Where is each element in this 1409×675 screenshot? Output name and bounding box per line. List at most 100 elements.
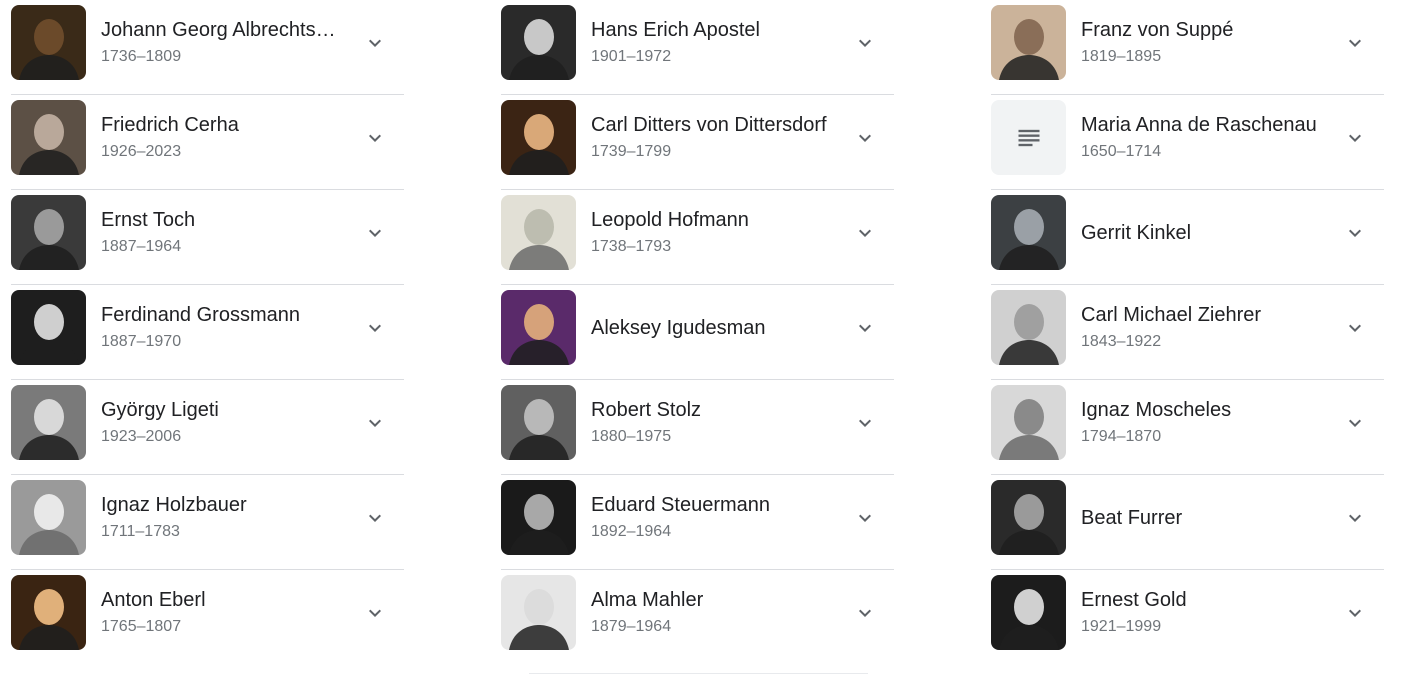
composer-list-item[interactable]: Robert Stolz 1880–1975 [501, 380, 894, 475]
chevron-down-icon[interactable] [363, 31, 387, 55]
composer-name[interactable]: Eduard Steuermann [591, 492, 831, 518]
composer-list-item[interactable]: Ignaz Moscheles 1794–1870 [991, 380, 1384, 475]
composer-thumbnail[interactable] [991, 5, 1066, 80]
composer-name[interactable]: Alma Mahler [591, 587, 831, 613]
chevron-down-icon[interactable] [853, 31, 877, 55]
chevron-down-icon[interactable] [363, 316, 387, 340]
composer-thumbnail[interactable] [501, 385, 576, 460]
composer-list-item[interactable]: Gerrit Kinkel [991, 190, 1384, 285]
composer-dates: 1843–1922 [1081, 333, 1162, 350]
results-column: Hans Erich Apostel 1901–1972 Carl Ditters … [501, 0, 894, 665]
composer-name[interactable]: Friedrich Cerha [101, 112, 341, 138]
composer-name[interactable]: Ignaz Holzbauer [101, 492, 341, 518]
composer-list-item[interactable]: Eduard Steuermann 1892–1964 [501, 475, 894, 570]
chevron-down-icon[interactable] [363, 411, 387, 435]
document-placeholder-icon[interactable] [991, 100, 1066, 175]
composer-name[interactable]: Ferdinand Grossmann [101, 302, 341, 328]
composer-list-item[interactable]: Maria Anna de Raschenau 1650–1714 [991, 95, 1384, 190]
composer-list-item[interactable]: Leopold Hofmann 1738–1793 [501, 190, 894, 285]
chevron-down-icon[interactable] [853, 126, 877, 150]
composer-name[interactable]: Carl Michael Ziehrer [1081, 302, 1321, 328]
composer-list-item[interactable]: Carl Ditters von Dittersdorf 1739–1799 [501, 95, 894, 190]
composer-list-item[interactable]: Beat Furrer [991, 475, 1384, 570]
composer-thumbnail[interactable] [501, 100, 576, 175]
chevron-down-icon[interactable] [1343, 316, 1367, 340]
composer-name[interactable]: Aleksey Igudesman [591, 315, 831, 341]
chevron-down-icon[interactable] [1343, 506, 1367, 530]
composer-dates: 1738–1793 [591, 238, 672, 255]
composer-text: Maria Anna de Raschenau 1650–1714 [1081, 95, 1321, 180]
composer-thumbnail[interactable] [11, 480, 86, 555]
composer-name[interactable]: György Ligeti [101, 397, 341, 423]
composer-text: Eduard Steuermann 1892–1964 [591, 475, 831, 560]
composer-list-item[interactable]: Carl Michael Ziehrer 1843–1922 [991, 285, 1384, 380]
composer-list-item[interactable]: Ferdinand Grossmann 1887–1970 [11, 285, 404, 380]
chevron-down-icon[interactable] [1343, 601, 1367, 625]
composer-thumbnail[interactable] [991, 575, 1066, 650]
composer-list-item[interactable]: Franz von Suppé 1819–1895 [991, 0, 1384, 95]
composer-thumbnail[interactable] [991, 290, 1066, 365]
composer-thumbnail[interactable] [501, 480, 576, 555]
composer-list-item[interactable]: Hans Erich Apostel 1901–1972 [501, 0, 894, 95]
composer-list-item[interactable]: Anton Eberl 1765–1807 [11, 570, 404, 665]
chevron-down-icon[interactable] [853, 601, 877, 625]
chevron-down-icon[interactable] [1343, 411, 1367, 435]
composer-list-item[interactable]: Ignaz Holzbauer 1711–1783 [11, 475, 404, 570]
chevron-down-icon[interactable] [363, 506, 387, 530]
chevron-down-icon[interactable] [363, 601, 387, 625]
composer-name[interactable]: Ignaz Moscheles [1081, 397, 1321, 423]
composer-dates: 1887–1970 [101, 333, 182, 350]
composer-name[interactable]: Franz von Suppé [1081, 17, 1321, 43]
composer-name[interactable]: Hans Erich Apostel [591, 17, 831, 43]
chevron-down-icon[interactable] [1343, 126, 1367, 150]
composer-thumbnail[interactable] [501, 5, 576, 80]
composer-thumbnail[interactable] [11, 575, 86, 650]
composer-name[interactable]: Ernest Gold [1081, 587, 1321, 613]
composer-thumbnail[interactable] [991, 480, 1066, 555]
composer-text: Beat Furrer [1081, 475, 1321, 560]
composer-dates: 1880–1975 [591, 428, 672, 445]
composer-list-item[interactable]: Friedrich Cerha 1926–2023 [11, 95, 404, 190]
composer-dates: 1819–1895 [1081, 48, 1162, 65]
composer-name[interactable]: Beat Furrer [1081, 505, 1321, 531]
composer-thumbnail[interactable] [11, 290, 86, 365]
composer-dates: 1794–1870 [1081, 428, 1162, 445]
composer-thumbnail[interactable] [501, 195, 576, 270]
composer-name[interactable]: Anton Eberl [101, 587, 341, 613]
chevron-down-icon[interactable] [853, 506, 877, 530]
composer-thumbnail[interactable] [501, 575, 576, 650]
composer-list-item[interactable]: Ernst Toch 1887–1964 [11, 190, 404, 285]
composer-text: Ignaz Moscheles 1794–1870 [1081, 380, 1321, 465]
composer-text: Ernest Gold 1921–1999 [1081, 570, 1321, 655]
composer-list-item[interactable]: Alma Mahler 1879–1964 [501, 570, 894, 665]
composer-thumbnail[interactable] [991, 195, 1066, 270]
composer-name[interactable]: Leopold Hofmann [591, 207, 831, 233]
composer-thumbnail[interactable] [11, 5, 86, 80]
chevron-down-icon[interactable] [1343, 221, 1367, 245]
composer-name[interactable]: Carl Ditters von Dittersdorf [591, 112, 831, 138]
results-column: Franz von Suppé 1819–1895 Maria Anna de Ra… [991, 0, 1384, 665]
chevron-down-icon[interactable] [363, 221, 387, 245]
chevron-down-icon[interactable] [853, 316, 877, 340]
composer-name[interactable]: Robert Stolz [591, 397, 831, 423]
composer-name[interactable]: Ernst Toch [101, 207, 341, 233]
composer-thumbnail[interactable] [991, 385, 1066, 460]
composer-name[interactable]: Maria Anna de Raschenau [1081, 112, 1321, 138]
composer-name[interactable]: Johann Georg Albrechts… [101, 17, 341, 43]
composer-text: Alma Mahler 1879–1964 [591, 570, 831, 655]
composer-dates: 1892–1964 [591, 523, 672, 540]
composer-name[interactable]: Gerrit Kinkel [1081, 220, 1321, 246]
composer-thumbnail[interactable] [11, 100, 86, 175]
composer-list-item[interactable]: Johann Georg Albrechts… 1736–1809 [11, 0, 404, 95]
chevron-down-icon[interactable] [853, 221, 877, 245]
composer-thumbnail[interactable] [501, 290, 576, 365]
chevron-down-icon[interactable] [853, 411, 877, 435]
composer-dates: 1650–1714 [1081, 143, 1162, 160]
chevron-down-icon[interactable] [363, 126, 387, 150]
chevron-down-icon[interactable] [1343, 31, 1367, 55]
composer-list-item[interactable]: Ernest Gold 1921–1999 [991, 570, 1384, 665]
composer-list-item[interactable]: Aleksey Igudesman [501, 285, 894, 380]
composer-list-item[interactable]: György Ligeti 1923–2006 [11, 380, 404, 475]
composer-thumbnail[interactable] [11, 385, 86, 460]
composer-thumbnail[interactable] [11, 195, 86, 270]
